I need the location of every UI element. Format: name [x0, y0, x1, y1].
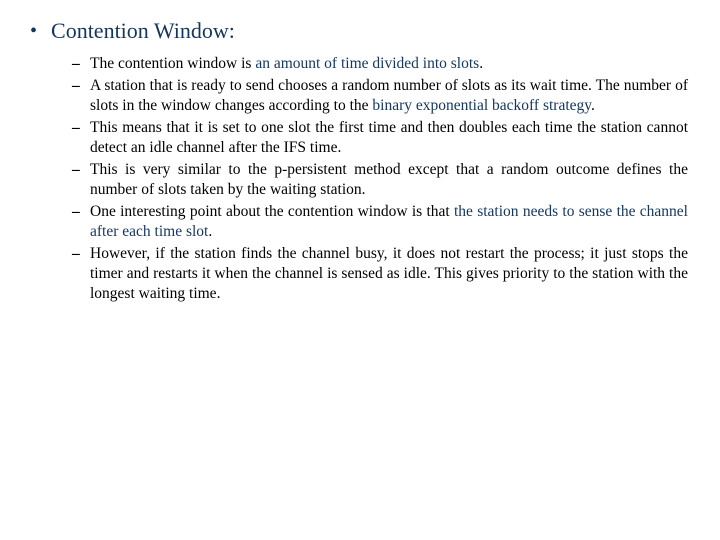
bullet-body: However, if the station finds the channe…	[90, 244, 688, 304]
title-row: • Contention Window:	[28, 18, 692, 44]
dash-icon: –	[72, 118, 90, 138]
text-highlight: binary exponential backoff strategy	[372, 97, 591, 114]
list-item: – This means that it is set to one slot …	[72, 118, 688, 158]
bullet-body: This is very similar to the p-persistent…	[90, 160, 688, 200]
dash-icon: –	[72, 54, 90, 74]
text-post: .	[208, 223, 212, 240]
list-item: – One interesting point about the conten…	[72, 202, 688, 242]
text-highlight: an amount of time divided into slots	[255, 55, 479, 72]
bullet-dot-icon: •	[30, 18, 37, 44]
bullet-body: This means that it is set to one slot th…	[90, 118, 688, 158]
text-pre: One interesting point about the contenti…	[90, 203, 454, 220]
dash-icon: –	[72, 160, 90, 180]
dash-icon: –	[72, 244, 90, 264]
bullet-body: One interesting point about the contenti…	[90, 202, 688, 242]
text-pre: However, if the station finds the channe…	[90, 245, 688, 302]
text-pre: This means that it is set to one slot th…	[90, 119, 688, 156]
slide: • Contention Window: – The contention wi…	[0, 0, 720, 540]
dash-icon: –	[72, 76, 90, 96]
text-pre: This is very similar to the p-persistent…	[90, 161, 688, 198]
list-item: – This is very similar to the p-persiste…	[72, 160, 688, 200]
text-post: .	[591, 97, 595, 114]
dash-icon: –	[72, 202, 90, 222]
sub-bullet-list: – The contention window is an amount of …	[72, 54, 688, 304]
list-item: – The contention window is an amount of …	[72, 54, 688, 74]
bullet-body: The contention window is an amount of ti…	[90, 54, 688, 74]
list-item: – However, if the station finds the chan…	[72, 244, 688, 304]
text-pre: The contention window is	[90, 55, 255, 72]
list-item: – A station that is ready to send choose…	[72, 76, 688, 116]
slide-title: Contention Window:	[51, 18, 235, 44]
bullet-body: A station that is ready to send chooses …	[90, 76, 688, 116]
text-post: .	[479, 55, 483, 72]
